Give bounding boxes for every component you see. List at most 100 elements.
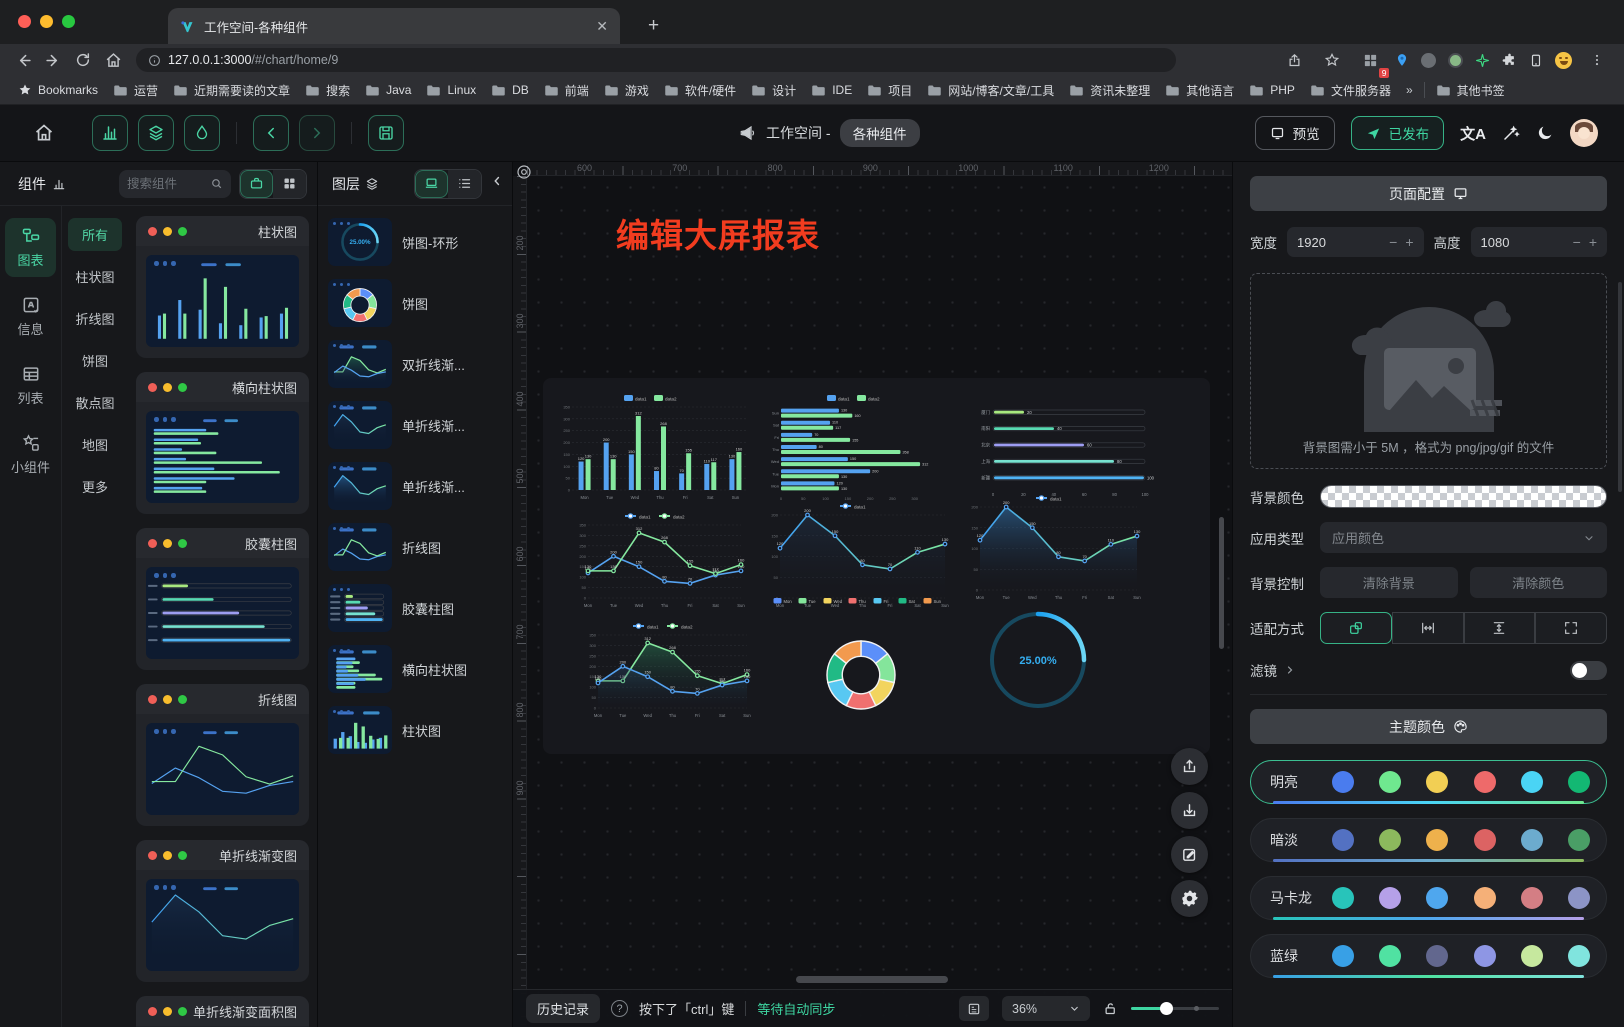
component-grid-view-button[interactable] [273, 170, 306, 198]
editor-canvas[interactable]: 6007008009001000110012001300 20030040050… [513, 162, 1232, 1027]
clear-background-button[interactable]: 清除背景 [1320, 567, 1458, 598]
theme-color-dot[interactable] [1426, 771, 1448, 793]
component-card-单折线渐变面积图[interactable]: 单折线渐变面积图 [136, 996, 309, 1027]
component-card-柱状图[interactable]: 柱状图 [136, 216, 309, 358]
export-button[interactable] [1171, 748, 1208, 785]
category-柱状图[interactable]: 柱状图 [68, 260, 122, 293]
dashboard-chart-hbar[interactable]: data1data2Sun130160Sat110117Fri70155Thu8… [763, 390, 951, 502]
theme-row-明亮[interactable]: 明亮 [1250, 760, 1607, 804]
zoom-slider[interactable] [1131, 1002, 1219, 1016]
sidebar-tab-图表[interactable]: 图表 [5, 218, 56, 277]
publish-button[interactable]: 已发布 [1351, 116, 1445, 150]
window-controls[interactable] [18, 15, 75, 28]
dashboard-chart-area2[interactable]: 050100150200250300350MonTueWedThuFriSatS… [581, 618, 753, 720]
layer-item-胶囊柱图[interactable]: 胶囊柱图 [328, 584, 502, 632]
theme-color-dot[interactable] [1474, 829, 1496, 851]
theme-color-dot[interactable] [1474, 945, 1496, 967]
edit-button[interactable] [1171, 836, 1208, 873]
increment-height[interactable]: + [1589, 234, 1597, 250]
theme-color-dot[interactable] [1379, 945, 1401, 967]
dashboard-preview[interactable]: 050100150200250300350data1data2120200150… [543, 378, 1210, 754]
help-icon[interactable]: ? [611, 1000, 628, 1017]
category-散点图[interactable]: 散点图 [68, 386, 122, 419]
category-饼图[interactable]: 饼图 [68, 344, 122, 377]
layer-item-折线图[interactable]: 折线图 [328, 523, 502, 571]
tab-close-icon[interactable]: ✕ [596, 18, 608, 35]
fit-stretch-button[interactable] [1535, 612, 1607, 644]
zoom-slider-knob[interactable] [1160, 1002, 1173, 1015]
puzzle-extensions-icon[interactable] [1502, 53, 1517, 68]
fit-height-button[interactable] [1464, 612, 1536, 644]
component-card-单折线渐变图[interactable]: 单折线渐变图 [136, 840, 309, 982]
theme-color-dot[interactable] [1568, 887, 1590, 909]
bookmark-star-icon[interactable] [1319, 47, 1345, 73]
theme-color-dot[interactable] [1568, 771, 1590, 793]
lock-open-icon[interactable] [1103, 1001, 1118, 1016]
theme-color-header[interactable]: 主题颜色 [1250, 709, 1607, 744]
bookmarks-overflow-chevron[interactable]: » [1402, 81, 1417, 99]
bookmark-folder[interactable]: 软件/硬件 [660, 80, 740, 101]
theme-color-dot[interactable] [1521, 945, 1543, 967]
component-search[interactable] [119, 170, 231, 198]
theme-color-dot[interactable] [1379, 771, 1401, 793]
zoom-level-select[interactable]: 36% [1002, 996, 1090, 1021]
theme-row-暗淡[interactable]: 暗淡 [1250, 818, 1607, 862]
redo-button[interactable] [299, 115, 335, 151]
address-bar[interactable]: 127.0.0.1:3000/#/chart/home/9 [136, 48, 1176, 72]
browser-profile-avatar[interactable] [1555, 52, 1572, 69]
bookmark-folder[interactable]: 文件服务器 [1306, 80, 1395, 101]
maximize-window-button[interactable] [62, 15, 75, 28]
chevron-right-icon[interactable] [1284, 664, 1296, 676]
site-info-icon[interactable] [148, 54, 161, 67]
theme-toggle-button[interactable] [184, 115, 220, 151]
bookmark-folder[interactable]: 项目 [863, 80, 916, 101]
bookmark-folder[interactable]: 其他语言 [1161, 80, 1238, 101]
browser-menu-kebab-icon[interactable] [1584, 47, 1610, 73]
theme-color-dot[interactable] [1426, 829, 1448, 851]
dashboard-chart-bar[interactable]: 050100150200250300350data1data2120200150… [555, 390, 753, 502]
layer-list-view-button[interactable] [448, 170, 481, 198]
save-button[interactable] [368, 115, 404, 151]
panel-scrollbar[interactable] [1618, 282, 1622, 492]
decrement-height[interactable]: − [1573, 234, 1581, 250]
bookmark-folder[interactable]: 网站/博客/文章/工具 [923, 80, 1058, 101]
canvas-horizontal-scrollbar[interactable] [796, 976, 948, 983]
dashboard-chart-line2[interactable]: 050100150200250300350MonTueWedThuFriSatS… [571, 508, 747, 610]
components-toggle-button[interactable] [92, 115, 128, 151]
project-name-pill[interactable]: 各种组件 [840, 119, 920, 147]
sidebar-tab-列表[interactable]: 列表 [5, 356, 56, 415]
background-color-swatch[interactable] [1320, 485, 1607, 508]
browser-back-icon[interactable] [10, 47, 36, 73]
magic-wand-icon[interactable] [1502, 124, 1520, 142]
theme-color-dot[interactable] [1379, 829, 1401, 851]
component-card-折线图[interactable]: 折线图 [136, 684, 309, 826]
layer-item-饼图-环形[interactable]: 25.00%饼图-环形 [328, 218, 502, 266]
bookmark-folder[interactable]: Linux [422, 81, 480, 99]
sidebar-tab-小组件[interactable]: 小组件 [5, 425, 56, 484]
canvas-text-element[interactable]: 编辑大屏报表 [616, 209, 820, 257]
layer-item-双折线渐...[interactable]: 双折线渐... [328, 340, 502, 388]
undo-button[interactable] [253, 115, 289, 151]
theme-color-dot[interactable] [1474, 771, 1496, 793]
category-地图[interactable]: 地图 [68, 428, 122, 461]
component-search-input[interactable] [127, 177, 206, 191]
share-icon[interactable] [1281, 47, 1307, 73]
clear-color-button[interactable]: 清除颜色 [1470, 567, 1608, 598]
layer-item-单折线渐...[interactable]: 单折线渐... [328, 401, 502, 449]
dashboard-chart-donut[interactable]: MonTueWedThuFriSatSun [769, 594, 953, 728]
layer-item-单折线渐...[interactable]: 单折线渐... [328, 462, 502, 510]
dashboard-chart-ring[interactable]: 25.00% [981, 606, 1095, 714]
increment-width[interactable]: + [1405, 234, 1413, 250]
height-input[interactable]: 1080 − + [1471, 227, 1608, 257]
device-toolbar-icon[interactable] [1529, 53, 1543, 68]
browser-home-icon[interactable] [100, 47, 126, 73]
theme-color-dot[interactable] [1521, 771, 1543, 793]
other-bookmarks-folder[interactable]: 其他书签 [1432, 80, 1509, 101]
fit-width-button[interactable] [1392, 612, 1464, 644]
theme-color-dot[interactable] [1426, 887, 1448, 909]
component-box-view-button[interactable] [240, 170, 273, 198]
layers-toggle-button[interactable] [138, 115, 174, 151]
layer-item-横向柱状图[interactable]: 横向柱状图 [328, 645, 502, 693]
bookmark-folder[interactable]: 近期需要读的文章 [169, 80, 294, 101]
history-button[interactable]: 历史记录 [526, 994, 600, 1023]
